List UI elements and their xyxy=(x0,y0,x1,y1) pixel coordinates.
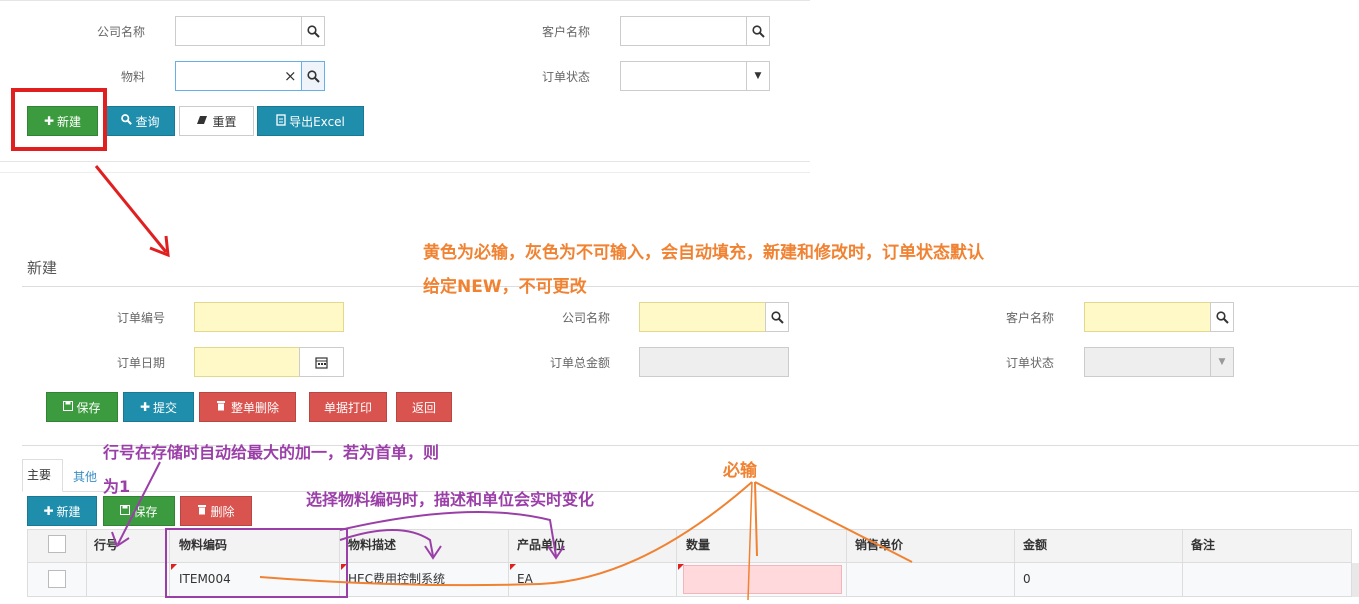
annotation-arrows xyxy=(94,165,913,601)
